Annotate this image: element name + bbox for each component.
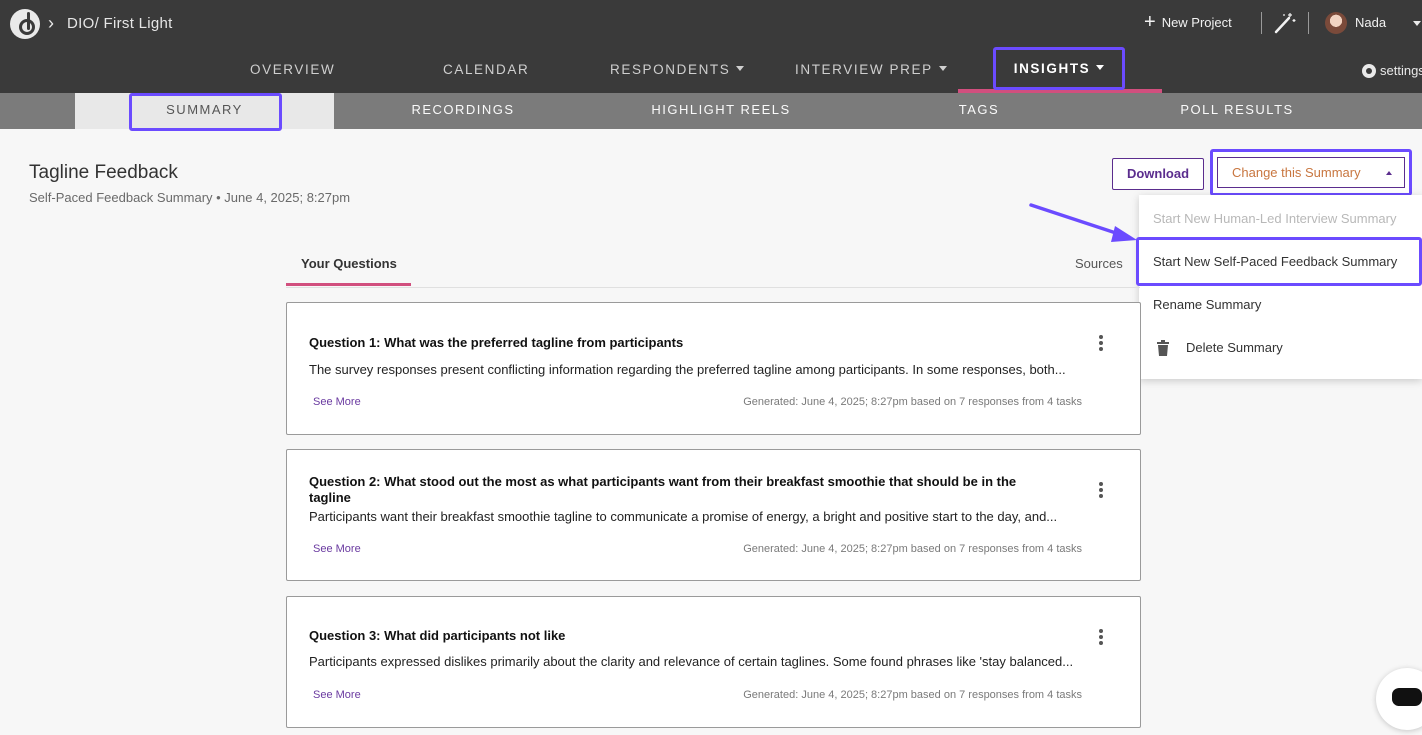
page-subtitle: Self-Paced Feedback Summary • June 4, 20… bbox=[29, 190, 351, 205]
question-answer: Participants expressed dislikes primaril… bbox=[309, 654, 1074, 669]
question-title: Question 2: What stood out the most as w… bbox=[309, 474, 1017, 505]
question-title: Question 1: What was the preferred tagli… bbox=[309, 335, 684, 350]
menu-item-new-human-led-summary: Start New Human-Led Interview Summary bbox=[1153, 211, 1397, 226]
new-project-label: New Project bbox=[1161, 14, 1232, 30]
subtab-poll-results[interactable]: POLL RESULTS bbox=[1108, 93, 1366, 129]
nav-insights-label: INSIGHTS bbox=[1013, 61, 1091, 76]
summary-highlight-box bbox=[129, 93, 282, 131]
menu-item-highlight-box bbox=[1136, 237, 1422, 286]
nav-overview[interactable]: OVERVIEW bbox=[250, 62, 335, 77]
menu-item-delete-summary[interactable]: Delete Summary bbox=[1186, 340, 1283, 355]
subtab-highlight-reels-label: HIGHLIGHT REELS bbox=[651, 102, 791, 117]
gear-icon bbox=[1362, 63, 1376, 78]
question-card: Question 1: What was the preferred tagli… bbox=[286, 302, 1141, 435]
chat-widget-button[interactable] bbox=[1376, 668, 1422, 730]
breadcrumb[interactable]: DIO/ First Light bbox=[67, 15, 173, 32]
subtab-tags-label: TAGS bbox=[958, 102, 1000, 117]
question-card: Question 3: What did participants not li… bbox=[286, 596, 1141, 728]
question-card: Question 2: What stood out the most as w… bbox=[286, 449, 1141, 581]
tab-your-questions[interactable]: Your Questions bbox=[301, 256, 397, 271]
see-more-link[interactable]: See More bbox=[313, 689, 361, 701]
trash-icon[interactable] bbox=[1157, 340, 1169, 356]
question-title: Question 3: What did participants not li… bbox=[309, 628, 566, 643]
nav-overview-label: OVERVIEW bbox=[250, 62, 336, 77]
nav-respondents-label: RESPONDENTS bbox=[610, 62, 731, 77]
avatar[interactable] bbox=[1325, 12, 1347, 34]
active-tab-indicator bbox=[286, 283, 411, 286]
user-name[interactable]: Nada bbox=[1355, 15, 1386, 30]
chat-icon bbox=[1392, 688, 1422, 706]
change-summary-button[interactable]: Change this Summary bbox=[1217, 157, 1405, 188]
generated-info: Generated: June 4, 2025; 8:27pm based on… bbox=[743, 689, 1082, 701]
subtab-recordings-label: RECORDINGS bbox=[411, 102, 515, 117]
more-options-icon[interactable] bbox=[1099, 629, 1103, 645]
divider bbox=[1261, 12, 1262, 34]
plus-icon: + bbox=[1144, 11, 1156, 33]
download-button[interactable]: Download bbox=[1112, 158, 1204, 190]
subtab-poll-results-label: POLL RESULTS bbox=[1180, 102, 1294, 117]
nav-calendar[interactable]: CALENDAR bbox=[443, 62, 529, 77]
summary-dropdown-menu: Start New Human-Led Interview Summary St… bbox=[1139, 195, 1422, 379]
more-options-icon[interactable] bbox=[1099, 482, 1103, 498]
app-logo-icon[interactable] bbox=[10, 9, 40, 39]
settings-link[interactable]: settings bbox=[1362, 63, 1422, 78]
new-project-button[interactable]: + New Project bbox=[1144, 11, 1232, 33]
subtab-tags[interactable]: TAGS bbox=[850, 93, 1108, 129]
see-more-link[interactable]: See More bbox=[313, 396, 361, 408]
chevron-right-icon: › bbox=[48, 13, 54, 33]
nav-interview-prep[interactable]: INTERVIEW PREP bbox=[795, 62, 947, 77]
arrow-annotation-icon bbox=[1029, 203, 1137, 242]
nav-respondents[interactable]: RESPONDENTS bbox=[610, 62, 745, 77]
change-summary-label: Change this Summary bbox=[1232, 165, 1361, 180]
divider bbox=[286, 287, 1140, 288]
magic-wand-icon[interactable] bbox=[1272, 12, 1296, 34]
more-options-icon[interactable] bbox=[1099, 335, 1103, 351]
subtab-highlight-reels[interactable]: HIGHLIGHT REELS bbox=[592, 93, 850, 129]
caret-up-icon bbox=[1386, 171, 1392, 175]
divider bbox=[1308, 12, 1309, 34]
top-bar: › DIO/ First Light + New Project Nada OV… bbox=[0, 0, 1422, 93]
chevron-down-icon bbox=[736, 65, 745, 71]
nav-interview-prep-label: INTERVIEW PREP bbox=[795, 62, 933, 77]
generated-info: Generated: June 4, 2025; 8:27pm based on… bbox=[743, 543, 1082, 555]
chevron-down-icon bbox=[938, 65, 947, 71]
question-answer: The survey responses present conflicting… bbox=[309, 362, 1066, 377]
change-summary-highlight-box: Change this Summary bbox=[1210, 149, 1412, 196]
see-more-link[interactable]: See More bbox=[313, 543, 361, 555]
generated-info: Generated: June 4, 2025; 8:27pm based on… bbox=[743, 396, 1082, 408]
nav-insights[interactable]: INSIGHTS bbox=[993, 47, 1125, 90]
subtab-recordings[interactable]: RECORDINGS bbox=[334, 93, 592, 129]
tab-sources[interactable]: Sources bbox=[1075, 256, 1123, 271]
chevron-down-icon[interactable] bbox=[1413, 21, 1421, 26]
chevron-down-icon bbox=[1096, 64, 1105, 70]
page-title: Tagline Feedback bbox=[29, 162, 178, 183]
question-answer: Participants want their breakfast smooth… bbox=[309, 509, 1058, 524]
menu-item-rename-summary[interactable]: Rename Summary bbox=[1153, 297, 1261, 312]
nav-calendar-label: CALENDAR bbox=[443, 62, 530, 77]
settings-label: settings bbox=[1380, 63, 1422, 78]
